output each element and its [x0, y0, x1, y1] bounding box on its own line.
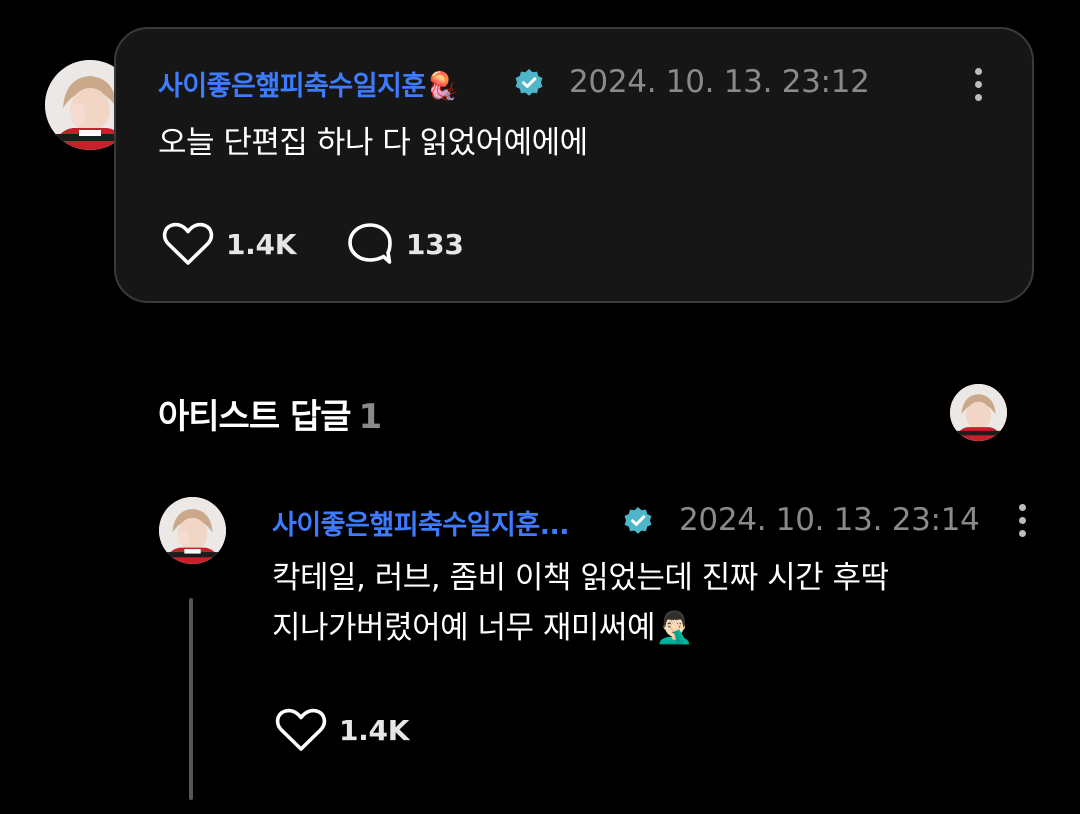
comment-button[interactable]: 133: [346, 222, 464, 266]
like-button[interactable]: 1.4K: [162, 222, 296, 266]
artist-reply-heading: 아티스트 답글 1: [158, 389, 383, 438]
avatar[interactable]: [159, 497, 226, 564]
reply-body-line-2: 지나가버렸어예 너무 재미써예🤦🏻‍♂️: [272, 610, 694, 646]
section-count: 1: [358, 397, 383, 437]
post-timestamp: 2024. 10. 13. 23:12: [569, 64, 870, 100]
reply-body-line-1: 칵테일, 러브, 좀비 이책 읽었는데 진짜 시간 후딱: [272, 560, 889, 596]
like-count: 1.4K: [226, 227, 297, 261]
thread-line: [189, 598, 193, 800]
verified-badge-icon: [624, 507, 652, 534]
reply-like-button[interactable]: 1.4K: [275, 708, 409, 752]
more-vertical-icon[interactable]: [1017, 504, 1027, 537]
heart-outline-icon: [275, 708, 327, 751]
verified-badge-icon: [515, 69, 543, 96]
reply-like-count: 1.4K: [339, 713, 410, 747]
heart-outline-icon: [162, 222, 214, 265]
speech-bubble-icon: [348, 223, 392, 264]
comment-count: 133: [406, 227, 464, 261]
reply-author-name[interactable]: 사이좋은햎피축수일지훈...: [272, 503, 570, 542]
more-vertical-icon[interactable]: [973, 68, 983, 101]
avatar[interactable]: [950, 384, 1007, 441]
post-author-name[interactable]: 사이좋은햎피축수일지훈🪼: [158, 64, 459, 103]
post-body: 오늘 단편집 하나 다 읽었어예에에: [158, 125, 588, 161]
reply-timestamp: 2024. 10. 13. 23:14: [679, 502, 980, 538]
section-title: 아티스트 답글: [158, 397, 352, 437]
